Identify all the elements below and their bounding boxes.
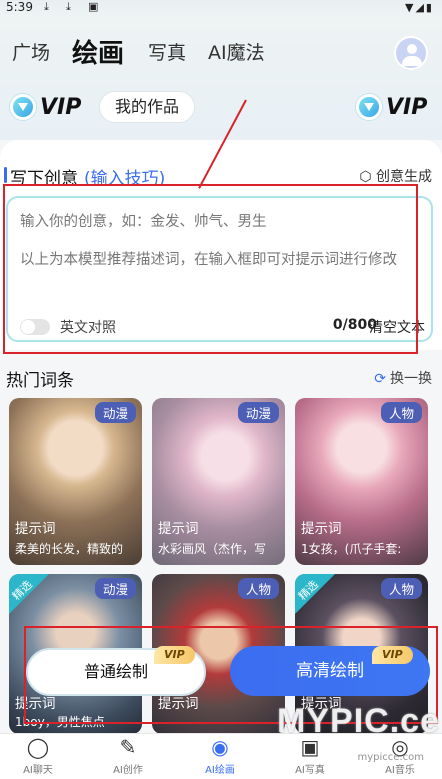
chat-icon: ◯	[26, 735, 50, 759]
creative-generate-button[interactable]: ⬡ 创意生成	[359, 166, 432, 186]
card-tag: 人物	[237, 578, 279, 599]
status-bar: 5:39 ⤓ ⤓ ▣ ▼◢▮	[0, 0, 442, 16]
card-tag: 动漫	[237, 402, 279, 423]
tab-portrait[interactable]: 写真	[148, 38, 186, 65]
title-accent	[4, 167, 7, 183]
vip-button-left[interactable]: VIP	[10, 91, 81, 123]
download-icon: ⤓	[66, 0, 71, 13]
cube-icon: ⬡	[359, 169, 372, 185]
signal-icon: ▼◢▮	[405, 1, 434, 14]
card-tag: 动漫	[94, 402, 136, 423]
prompt-card[interactable]: 动漫 提示词 水彩画风（杰作，写	[152, 398, 285, 565]
card-tag: 人物	[380, 578, 422, 599]
hot-title: 热门词条	[6, 371, 74, 391]
card-label: 提示词	[158, 521, 199, 537]
tab-ai-paint[interactable]: ◉ AI绘画	[190, 735, 250, 776]
my-works-button[interactable]: 我的作品	[99, 91, 195, 123]
diamond-icon	[10, 94, 36, 120]
card-label: 提示词	[301, 521, 342, 537]
refresh-button[interactable]: ⟳ 换一换	[374, 368, 432, 388]
notification-icon: ▣	[88, 0, 99, 13]
prompt-card[interactable]: 人物 提示词 1女孩，(爪子手套:	[295, 398, 428, 565]
card-subtitle: 水彩画风（杰作，写	[158, 542, 267, 556]
card-subtitle: 1女孩，(爪子手套:	[301, 542, 402, 556]
tab-ai-chat[interactable]: ◯ AI聊天	[8, 735, 68, 776]
card-label: 提示词	[15, 521, 56, 537]
tab-ai-photo[interactable]: ▣ AI写真	[280, 735, 340, 776]
download-icon: ⤓	[44, 0, 49, 13]
card-subtitle: 柔美的长发，精致的	[15, 542, 124, 556]
vip-button-right[interactable]: VIP	[356, 91, 427, 123]
refresh-icon: ⟳	[374, 371, 386, 387]
diamond-icon	[356, 94, 382, 120]
pen-icon: ✎	[119, 735, 137, 759]
card-tag: 人物	[380, 402, 422, 423]
tab-painting[interactable]: 绘画	[72, 33, 124, 70]
tab-ai-create[interactable]: ✎ AI创作	[98, 735, 158, 776]
watermark-url: mypicce.com	[357, 752, 424, 763]
status-time: 5:39	[6, 0, 33, 14]
watermark: MYPIC.ce	[277, 702, 440, 740]
card-tag: 动漫	[94, 578, 136, 599]
prompt-card[interactable]: 动漫 提示词 柔美的长发，精致的	[9, 398, 142, 565]
tab-square[interactable]: 广场	[12, 38, 50, 65]
avatar[interactable]	[394, 36, 428, 70]
palette-icon: ◉	[211, 735, 229, 759]
tab-ai-magic[interactable]: AI魔法	[208, 38, 265, 65]
annotation-box	[3, 184, 418, 354]
